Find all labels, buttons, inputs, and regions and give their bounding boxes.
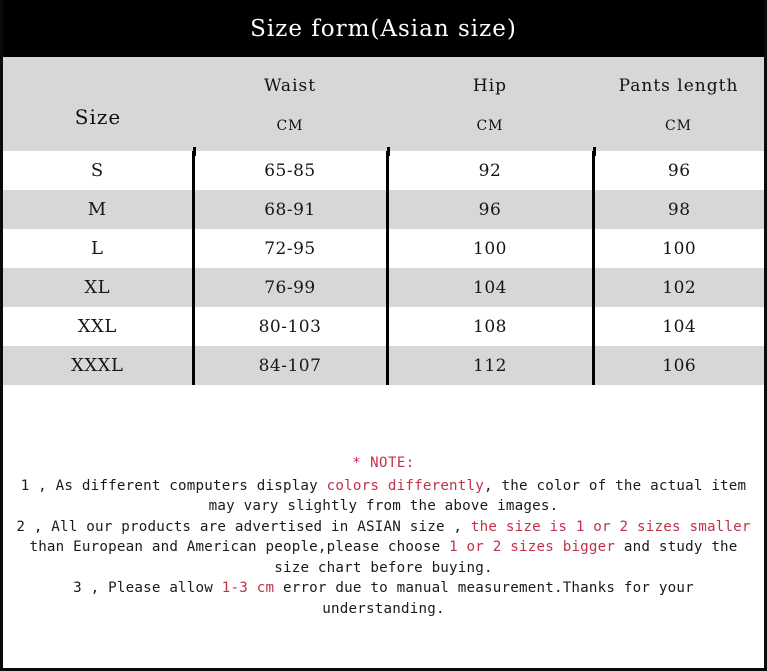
- cell-pants-length: 106: [591, 346, 764, 385]
- note-line-1-highlight: colors differently: [326, 477, 485, 494]
- note-line-2-part-a: 2 , All our products are advertised in A…: [16, 518, 471, 535]
- cell-waist: 84-107: [191, 346, 387, 385]
- cell-hip: 112: [385, 346, 593, 385]
- column-header-pants-length-unit: CM: [664, 118, 693, 134]
- cell-waist: 65-85: [191, 151, 387, 190]
- note-line-3-part-a: 3 , Please allow: [73, 580, 222, 596]
- cell-waist: 80-103: [191, 307, 387, 346]
- title-bar: Size form(Asian size): [3, 0, 764, 57]
- column-header-hip: Hip CM: [387, 57, 593, 151]
- note-line-3-part-b: error due to manual measurement.Thanks f…: [274, 580, 694, 617]
- table-row: XXL 80-103 108 104: [3, 307, 764, 346]
- note-line-2-highlight-2: 1 or 2 sizes bigger: [449, 539, 616, 555]
- column-divider-stub-3: [593, 147, 596, 156]
- cell-hip: 92: [385, 151, 593, 190]
- table-row: XL 76-99 104 102: [3, 268, 764, 307]
- cell-pants-length: 100: [591, 229, 764, 268]
- cell-waist: 68-91: [191, 190, 387, 229]
- note-line-2: 2 , All our products are advertised in A…: [3, 517, 764, 579]
- cell-pants-length: 98: [591, 190, 764, 229]
- table-row: M 68-91 96 98: [3, 190, 764, 229]
- cell-size: XXXL: [71, 355, 124, 376]
- column-divider-stub-2: [387, 147, 390, 156]
- cell-hip: 108: [385, 307, 593, 346]
- cell-waist: 72-95: [191, 229, 387, 268]
- note-line-3: 3 , Please allow 1-3 cm error due to man…: [3, 578, 764, 619]
- note-line-2-part-b: than European and American people,please…: [29, 539, 450, 555]
- cell-hip: 96: [385, 190, 593, 229]
- table-body: S 65-85 92 96 M 68-91 96 98 L 72-95 100 …: [3, 151, 764, 385]
- cell-hip: 104: [385, 268, 593, 307]
- column-header-waist-unit: CM: [276, 118, 304, 134]
- size-table: Size Waist CM Hip CM Pants length CM S 6…: [3, 57, 764, 385]
- note-line-1-part-a: 1 , As different computers display: [20, 477, 327, 494]
- cell-size: XL: [84, 277, 111, 298]
- header-row: Size Waist CM Hip CM Pants length CM: [3, 57, 764, 151]
- table-header: Size Waist CM Hip CM Pants length CM: [3, 57, 764, 151]
- cell-size: L: [91, 238, 104, 259]
- column-header-pants-length: Pants length CM: [593, 57, 764, 151]
- table-row: S 65-85 92 96: [3, 151, 764, 190]
- table-row: XXXL 84-107 112 106: [3, 346, 764, 385]
- cell-size: S: [90, 160, 104, 181]
- cell-waist: 76-99: [191, 268, 387, 307]
- note-line-3-highlight: 1-3 cm: [221, 580, 275, 596]
- cell-pants-length: 96: [591, 151, 764, 190]
- cell-size: M: [87, 199, 107, 220]
- cell-pants-length: 104: [591, 307, 764, 346]
- column-header-pants-length-label: Pants length: [618, 76, 739, 96]
- page-title: Size form(Asian size): [250, 15, 517, 42]
- note-heading: * NOTE:: [352, 455, 415, 471]
- note-line-1: 1 , As different computers display color…: [3, 476, 764, 517]
- column-header-waist-label: Waist: [263, 76, 317, 96]
- table-row: L 72-95 100 100: [3, 229, 764, 268]
- column-header-waist: Waist CM: [193, 57, 387, 151]
- cell-size: XXL: [77, 316, 117, 337]
- column-header-hip-unit: CM: [476, 118, 504, 134]
- column-divider-stub-1: [193, 147, 196, 156]
- note-line-2-highlight-1: the size is 1 or 2 sizes smaller: [470, 518, 751, 535]
- cell-hip: 100: [385, 229, 593, 268]
- column-header-hip-label: Hip: [472, 76, 508, 96]
- column-header-size-label: Size: [74, 105, 122, 129]
- column-header-size: Size: [3, 57, 193, 151]
- size-chart-page: Size form(Asian size) Size Waist CM Hip …: [0, 0, 767, 671]
- cell-pants-length: 102: [591, 268, 764, 307]
- note-section: * NOTE: 1 , As different computers displ…: [3, 385, 764, 619]
